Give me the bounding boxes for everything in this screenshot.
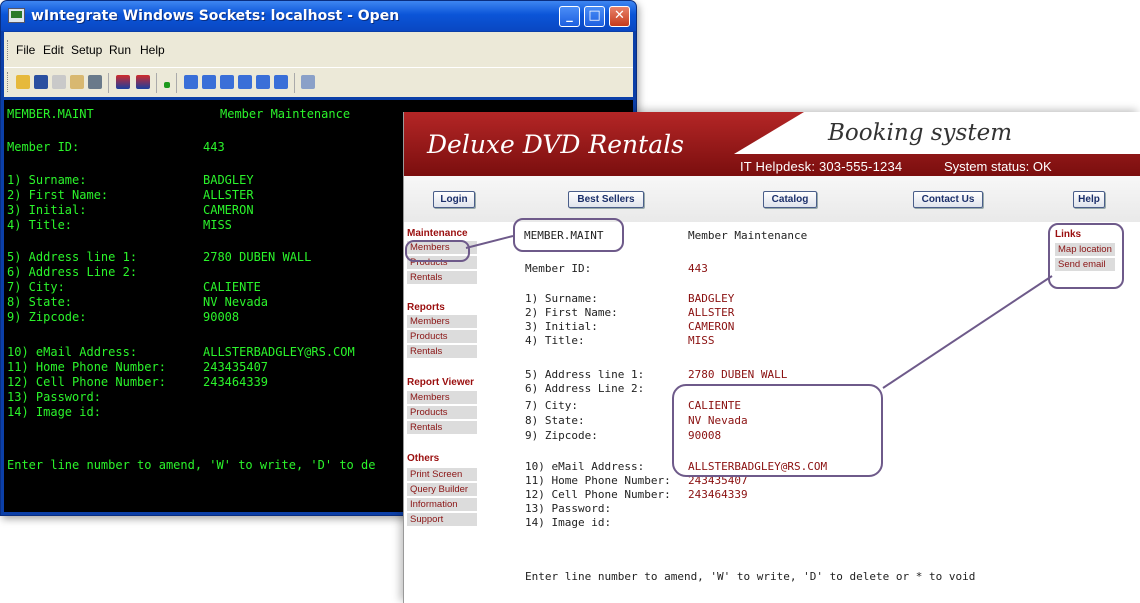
connector-line [465, 235, 514, 249]
callout-connectors [465, 235, 1053, 389]
connector-line [882, 275, 1053, 389]
